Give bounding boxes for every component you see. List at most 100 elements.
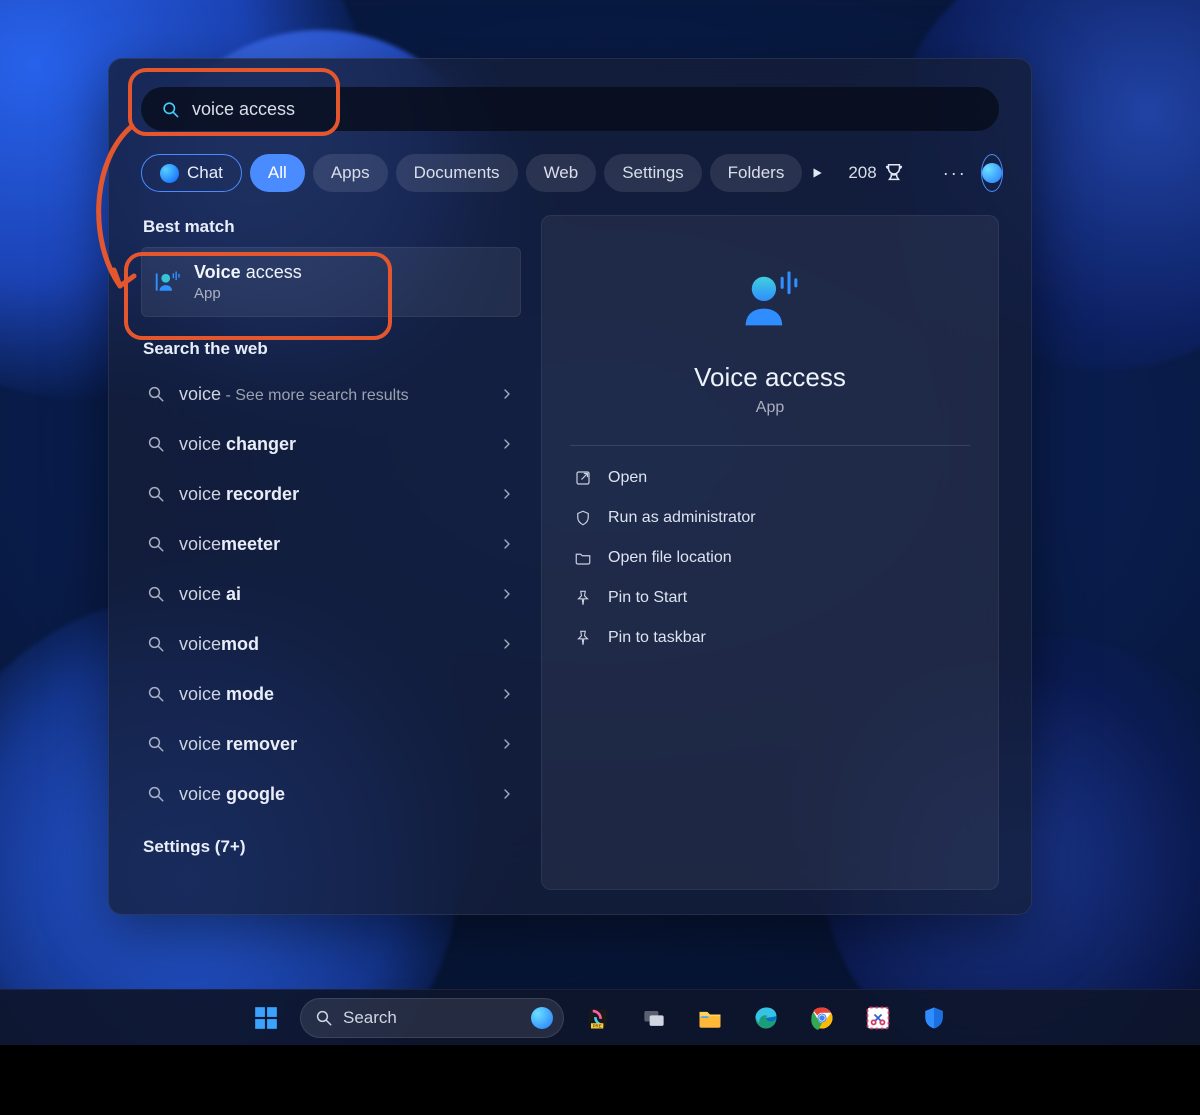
web-suggestions: voice - See more search results voice cha… bbox=[141, 369, 521, 819]
best-match-heading: Best match bbox=[143, 217, 521, 237]
taskbar: Search PRE bbox=[0, 989, 1200, 1045]
detail-actions: Open Run as administrator Open file loca… bbox=[570, 458, 970, 658]
result-detail-pane: Voice access App Open Run as administrat… bbox=[541, 215, 999, 890]
search-icon bbox=[315, 1009, 333, 1027]
web-suggestion-text: voicemeeter bbox=[179, 534, 485, 555]
best-match-result[interactable]: Voice access App bbox=[141, 247, 521, 317]
more-options[interactable]: ··· bbox=[943, 163, 967, 184]
action-pin-start[interactable]: Pin to Start bbox=[570, 578, 970, 618]
letterbox-bar bbox=[0, 1045, 1200, 1115]
web-suggestion[interactable]: voice changer bbox=[141, 419, 521, 469]
filter-chat[interactable]: Chat bbox=[141, 154, 242, 192]
search-icon bbox=[147, 685, 165, 703]
taskbar-copilot[interactable]: PRE bbox=[576, 996, 620, 1040]
search-icon bbox=[147, 485, 165, 503]
bing-icon bbox=[160, 164, 179, 183]
edge-icon bbox=[752, 1004, 780, 1032]
filter-row: Chat All Apps Documents Web Settings Fol… bbox=[141, 153, 999, 193]
chevron-right-icon bbox=[499, 386, 515, 402]
taskbar-security[interactable] bbox=[912, 996, 956, 1040]
results-left-column: Best match Voice access App bbox=[141, 215, 521, 890]
taskbar-search-label: Search bbox=[343, 1008, 521, 1028]
filter-scroll-right[interactable] bbox=[810, 166, 824, 180]
task-view-icon bbox=[640, 1004, 668, 1032]
settings-group-heading[interactable]: Settings (7+) bbox=[143, 837, 521, 857]
search-icon bbox=[147, 585, 165, 603]
bing-icon bbox=[982, 163, 1002, 183]
web-suggestion[interactable]: voicemeeter bbox=[141, 519, 521, 569]
search-icon bbox=[147, 785, 165, 803]
shield-icon bbox=[920, 1004, 948, 1032]
search-icon bbox=[147, 385, 165, 403]
folder-icon bbox=[696, 1004, 724, 1032]
chevron-right-icon bbox=[499, 636, 515, 652]
taskbar-search[interactable]: Search bbox=[300, 998, 564, 1038]
web-suggestion[interactable]: voice - See more search results bbox=[141, 369, 521, 419]
open-icon bbox=[574, 469, 592, 487]
chevron-right-icon bbox=[499, 786, 515, 802]
bing-chat-button[interactable] bbox=[981, 154, 1003, 192]
taskbar-snipping-tool[interactable] bbox=[856, 996, 900, 1040]
best-match-subtitle: App bbox=[194, 285, 302, 302]
web-suggestion[interactable]: voice mode bbox=[141, 669, 521, 719]
web-suggestion[interactable]: voicemod bbox=[141, 619, 521, 669]
snip-icon bbox=[864, 1004, 892, 1032]
web-suggestion[interactable]: voice google bbox=[141, 769, 521, 819]
detail-title: Voice access bbox=[694, 362, 846, 393]
filter-apps[interactable]: Apps bbox=[313, 154, 388, 192]
search-icon bbox=[147, 435, 165, 453]
rewards-points[interactable]: 208 bbox=[848, 162, 904, 184]
filter-all[interactable]: All bbox=[250, 154, 305, 192]
taskbar-edge[interactable] bbox=[744, 996, 788, 1040]
windows-icon bbox=[253, 1005, 279, 1031]
filter-settings[interactable]: Settings bbox=[604, 154, 701, 192]
web-suggestion[interactable]: voice remover bbox=[141, 719, 521, 769]
web-suggestion-text: voice mode bbox=[179, 684, 485, 705]
chevron-right-icon bbox=[499, 536, 515, 552]
filter-documents[interactable]: Documents bbox=[396, 154, 518, 192]
web-suggestion-text: voice - See more search results bbox=[179, 384, 485, 405]
folder-icon bbox=[574, 549, 592, 567]
chevron-right-icon bbox=[499, 436, 515, 452]
web-suggestion-text: voice google bbox=[179, 784, 485, 805]
search-icon bbox=[147, 635, 165, 653]
filter-web[interactable]: Web bbox=[526, 154, 597, 192]
voice-access-icon bbox=[152, 267, 182, 297]
web-suggestion-text: voice ai bbox=[179, 584, 485, 605]
web-suggestion[interactable]: voice recorder bbox=[141, 469, 521, 519]
pin-icon bbox=[574, 589, 592, 607]
taskbar-explorer[interactable] bbox=[688, 996, 732, 1040]
filter-chat-label: Chat bbox=[187, 163, 223, 183]
search-flyout: Chat All Apps Documents Web Settings Fol… bbox=[108, 58, 1032, 915]
pin-icon bbox=[574, 629, 592, 647]
taskbar-chrome[interactable] bbox=[800, 996, 844, 1040]
web-suggestion-text: voicemod bbox=[179, 634, 485, 655]
play-icon bbox=[810, 166, 824, 180]
web-suggestion-text: voice remover bbox=[179, 734, 485, 755]
action-open[interactable]: Open bbox=[570, 458, 970, 498]
chevron-right-icon bbox=[499, 486, 515, 502]
action-run-admin[interactable]: Run as administrator bbox=[570, 498, 970, 538]
best-match-title: Voice access bbox=[194, 262, 302, 283]
divider bbox=[570, 445, 970, 446]
shield-icon bbox=[574, 509, 592, 527]
detail-subtitle: App bbox=[756, 399, 784, 417]
search-icon bbox=[147, 535, 165, 553]
search-icon bbox=[161, 100, 180, 119]
web-suggestion-text: voice recorder bbox=[179, 484, 485, 505]
action-file-location[interactable]: Open file location bbox=[570, 538, 970, 578]
bing-icon bbox=[531, 1007, 553, 1029]
search-box[interactable] bbox=[141, 87, 999, 131]
action-pin-taskbar[interactable]: Pin to taskbar bbox=[570, 618, 970, 658]
chevron-right-icon bbox=[499, 686, 515, 702]
start-button[interactable] bbox=[244, 996, 288, 1040]
search-web-heading: Search the web bbox=[143, 339, 521, 359]
copilot-icon: PRE bbox=[584, 1004, 612, 1032]
svg-text:PRE: PRE bbox=[593, 1023, 602, 1028]
search-icon bbox=[147, 735, 165, 753]
web-suggestion[interactable]: voice ai bbox=[141, 569, 521, 619]
chevron-right-icon bbox=[499, 586, 515, 602]
taskbar-task-view[interactable] bbox=[632, 996, 676, 1040]
filter-folders[interactable]: Folders bbox=[710, 154, 803, 192]
search-input[interactable] bbox=[192, 99, 979, 120]
